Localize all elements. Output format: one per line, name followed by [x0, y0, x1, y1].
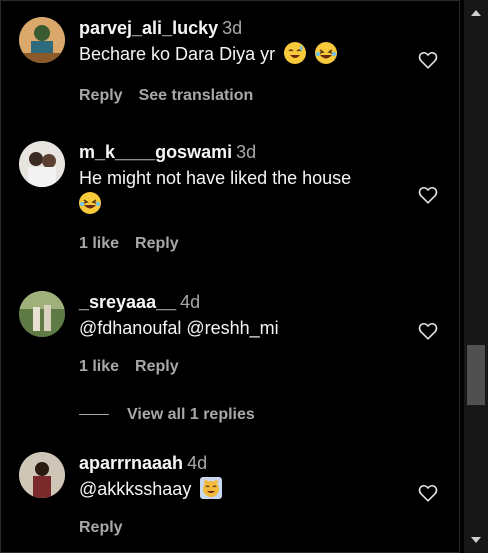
like-count[interactable]: 1 like: [79, 358, 119, 375]
comment-item: m_k____goswami 3d He might not have liked…: [19, 141, 449, 261]
reply-button[interactable]: Reply: [79, 519, 123, 536]
laughing-emoji: [79, 192, 101, 214]
comment-time: 3d: [222, 18, 243, 38]
comment-text-content: @akkksshaay: [79, 479, 192, 499]
comment-body: m_k____goswami 3d He might not have liked…: [79, 141, 449, 217]
comment-body: _sreyaaa__ 4d @fdhanoufal @reshh_mi: [79, 291, 449, 341]
avatar[interactable]: [19, 291, 65, 337]
laughing-emoji: [315, 42, 338, 64]
comment-time: 3d: [236, 142, 257, 162]
username[interactable]: parvej_ali_lucky: [79, 18, 218, 38]
comment-body: aparrrnaaah 4d @akkksshaay: [79, 452, 449, 502]
reply-button[interactable]: Reply: [135, 235, 179, 252]
avatar[interactable]: [19, 452, 65, 498]
avatar[interactable]: [19, 141, 65, 187]
reply-button[interactable]: Reply: [135, 358, 179, 375]
heart-icon[interactable]: [417, 49, 439, 71]
comment-actions: Reply See translation: [79, 87, 269, 105]
comment-actions: Reply: [79, 519, 139, 537]
comment-text-content: Bechare ko Dara Diya yr: [79, 44, 276, 64]
scrollbar-thumb[interactable]: [467, 345, 485, 405]
view-replies-label: View all 1 replies: [127, 406, 255, 423]
heart-icon[interactable]: [417, 320, 439, 342]
vertical-scrollbar[interactable]: [464, 0, 488, 553]
comment-text: @akkksshaay: [79, 476, 399, 502]
comments-panel: parvej_ali_lucky 3d Bechare ko Dara Diya …: [0, 0, 460, 553]
comment-text: He might not have liked the house: [79, 165, 399, 217]
comment-time: 4d: [180, 292, 201, 312]
heart-icon[interactable]: [417, 184, 439, 206]
comment-actions: 1 like Reply: [79, 358, 195, 376]
username[interactable]: aparrrnaaah: [79, 453, 183, 473]
comment-actions: 1 like Reply: [79, 235, 195, 253]
comment-text-content: He might not have liked the house: [79, 168, 352, 188]
replies-divider: [79, 414, 109, 416]
comment-text-content: @fdhanoufal @reshh_mi: [79, 318, 279, 338]
comment-item: aparrrnaaah 4d @akkksshaay Reply: [19, 452, 449, 552]
scroll-up-arrow-icon[interactable]: [471, 10, 481, 16]
avatar[interactable]: [19, 17, 65, 63]
username[interactable]: _sreyaaa__: [79, 292, 176, 312]
see-translation-button[interactable]: See translation: [139, 87, 254, 104]
like-count[interactable]: 1 like: [79, 235, 119, 252]
comment-text: Bechare ko Dara Diya yr: [79, 41, 399, 67]
smiling-cat-emoji: [200, 477, 223, 499]
comment-text: @fdhanoufal @reshh_mi: [79, 315, 399, 341]
reply-button[interactable]: Reply: [79, 87, 123, 104]
comment-item: parvej_ali_lucky 3d Bechare ko Dara Diya …: [19, 17, 449, 117]
scroll-down-arrow-icon[interactable]: [471, 537, 481, 543]
comment-body: parvej_ali_lucky 3d Bechare ko Dara Diya …: [79, 17, 449, 67]
comment-item: _sreyaaa__ 4d @fdhanoufal @reshh_mi 1 lik…: [19, 291, 449, 381]
comment-time: 4d: [187, 453, 208, 473]
grinning-sweat-emoji: [284, 42, 307, 64]
heart-icon[interactable]: [417, 482, 439, 504]
view-replies-button[interactable]: View all 1 replies: [79, 406, 255, 424]
username[interactable]: m_k____goswami: [79, 142, 232, 162]
